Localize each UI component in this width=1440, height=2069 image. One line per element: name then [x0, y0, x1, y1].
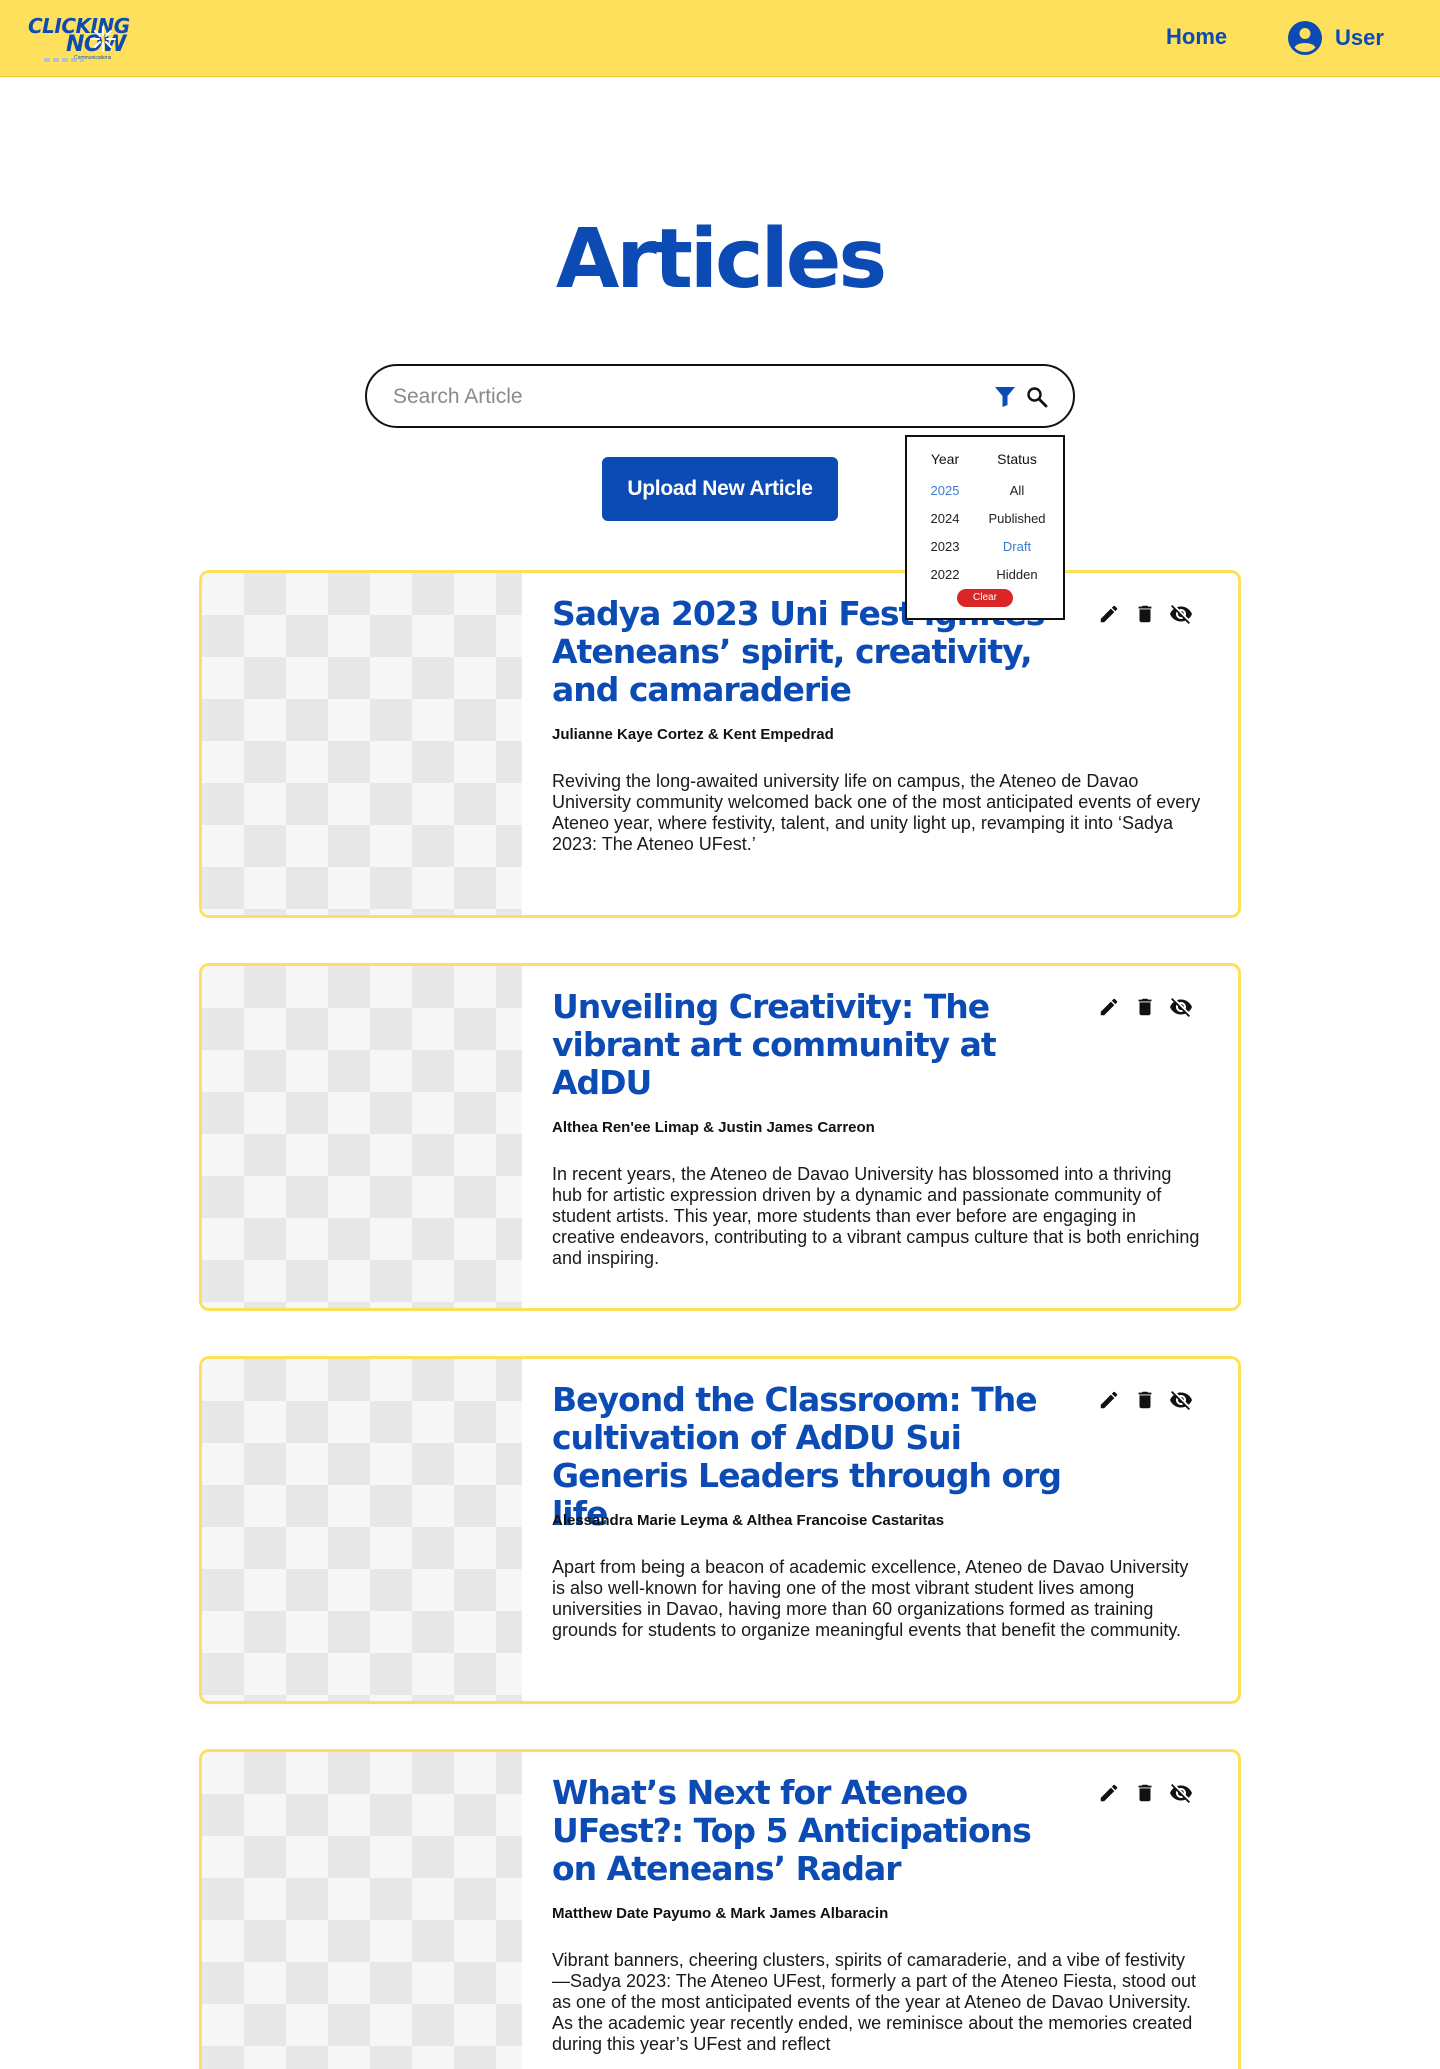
- article-authors: Althea Ren'ee Limap & Justin James Carre…: [552, 1119, 875, 1136]
- article-summary: Apart from being a beacon of academic ex…: [552, 1557, 1189, 1640]
- delete-button[interactable]: [1133, 1388, 1157, 1412]
- delete-button[interactable]: [1133, 995, 1157, 1019]
- status-option-published[interactable]: Published: [977, 505, 1057, 533]
- article-actions: [1097, 995, 1193, 1019]
- delete-button[interactable]: [1133, 602, 1157, 626]
- article-actions: [1097, 1781, 1193, 1805]
- status-filter-heading: Status: [997, 451, 1037, 467]
- hide-button[interactable]: [1169, 1388, 1193, 1412]
- logo-swoosh: [44, 58, 84, 62]
- trash-icon: [1138, 605, 1152, 623]
- article-title[interactable]: What’s Next for Ateneo UFest?: Top 5 Ant…: [552, 1774, 1072, 1888]
- delete-button[interactable]: [1133, 1781, 1157, 1805]
- article-summary: In recent years, the Ateneo de Davao Uni…: [552, 1164, 1200, 1268]
- article-thumbnail: [202, 573, 522, 915]
- site-logo[interactable]: CLICKING NOW Communications: [26, 12, 136, 64]
- article-title[interactable]: Unveiling Creativity: The vibrant art co…: [552, 988, 1072, 1102]
- search-bar: [365, 364, 1075, 428]
- article-authors: Matthew Date Payumo & Mark James Albarac…: [552, 1905, 889, 1922]
- funnel-icon[interactable]: [994, 385, 1016, 409]
- account-circle-icon: [1288, 21, 1322, 55]
- status-option-hidden[interactable]: Hidden: [977, 561, 1057, 589]
- eye-off-icon: [1170, 1784, 1192, 1803]
- article-actions: [1097, 1388, 1193, 1412]
- article-summary: Vibrant banners, cheering clusters, spir…: [552, 1950, 1197, 2054]
- hide-button[interactable]: [1169, 995, 1193, 1019]
- logo-burst-icon: [90, 26, 116, 52]
- year-option-2024[interactable]: 2024: [909, 505, 981, 533]
- article-authors: Julianne Kaye Cortez & Kent Empedrad: [552, 726, 834, 743]
- edit-button[interactable]: [1097, 1388, 1121, 1412]
- hide-button[interactable]: [1169, 602, 1193, 626]
- filter-dropdown: Year 2025 2024 2023 2022 Status All Publ…: [905, 435, 1065, 620]
- upload-article-button[interactable]: Upload New Article: [602, 457, 838, 521]
- pencil-icon: [1100, 1391, 1118, 1409]
- search-input[interactable]: [393, 380, 953, 414]
- top-navbar: CLICKING NOW Communications Home User: [0, 0, 1440, 77]
- edit-button[interactable]: [1097, 1781, 1121, 1805]
- search-icon[interactable]: [1025, 385, 1049, 409]
- pencil-icon: [1100, 1784, 1118, 1802]
- status-option-all[interactable]: All: [977, 477, 1057, 505]
- article-actions: [1097, 602, 1193, 626]
- article-card[interactable]: Sadya 2023 Uni Fest ignites Ateneans’ sp…: [199, 570, 1241, 918]
- pencil-icon: [1100, 998, 1118, 1016]
- year-filter-column: Year 2025 2024 2023 2022: [909, 449, 981, 589]
- article-thumbnail: [202, 1752, 522, 2069]
- eye-off-icon: [1170, 998, 1192, 1017]
- status-filter-column: Status All Published Draft Hidden: [977, 449, 1057, 589]
- eye-off-icon: [1170, 1391, 1192, 1410]
- trash-icon: [1138, 998, 1152, 1016]
- year-option-2025[interactable]: 2025: [909, 477, 981, 505]
- year-option-2023[interactable]: 2023: [909, 533, 981, 561]
- nav-user-menu[interactable]: User: [1287, 19, 1384, 57]
- article-thumbnail: [202, 966, 522, 1308]
- page-title: Articles: [555, 212, 887, 307]
- eye-off-icon: [1170, 605, 1192, 624]
- hide-button[interactable]: [1169, 1781, 1193, 1805]
- article-thumbnail: [202, 1359, 522, 1701]
- trash-icon: [1138, 1391, 1152, 1409]
- filter-clear-button[interactable]: Clear: [957, 589, 1013, 607]
- article-summary: Reviving the long-awaited university lif…: [552, 771, 1201, 854]
- article-authors: Alessandra Marie Leyma & Althea Francois…: [552, 1512, 945, 1529]
- article-card[interactable]: What’s Next for Ateneo UFest?: Top 5 Ant…: [199, 1749, 1241, 2069]
- year-filter-heading: Year: [930, 451, 960, 467]
- pencil-icon: [1100, 605, 1118, 623]
- trash-icon: [1138, 1784, 1152, 1802]
- article-title[interactable]: Beyond the Classroom: The cultivation of…: [552, 1381, 1072, 1533]
- article-card[interactable]: Unveiling Creativity: The vibrant art co…: [199, 963, 1241, 1311]
- status-option-draft[interactable]: Draft: [977, 533, 1057, 561]
- edit-button[interactable]: [1097, 602, 1121, 626]
- nav-user-label: User: [1335, 25, 1384, 50]
- edit-button[interactable]: [1097, 995, 1121, 1019]
- nav-home-link[interactable]: Home: [1166, 24, 1227, 50]
- article-card[interactable]: Beyond the Classroom: The cultivation of…: [199, 1356, 1241, 1704]
- year-option-2022[interactable]: 2022: [909, 561, 981, 589]
